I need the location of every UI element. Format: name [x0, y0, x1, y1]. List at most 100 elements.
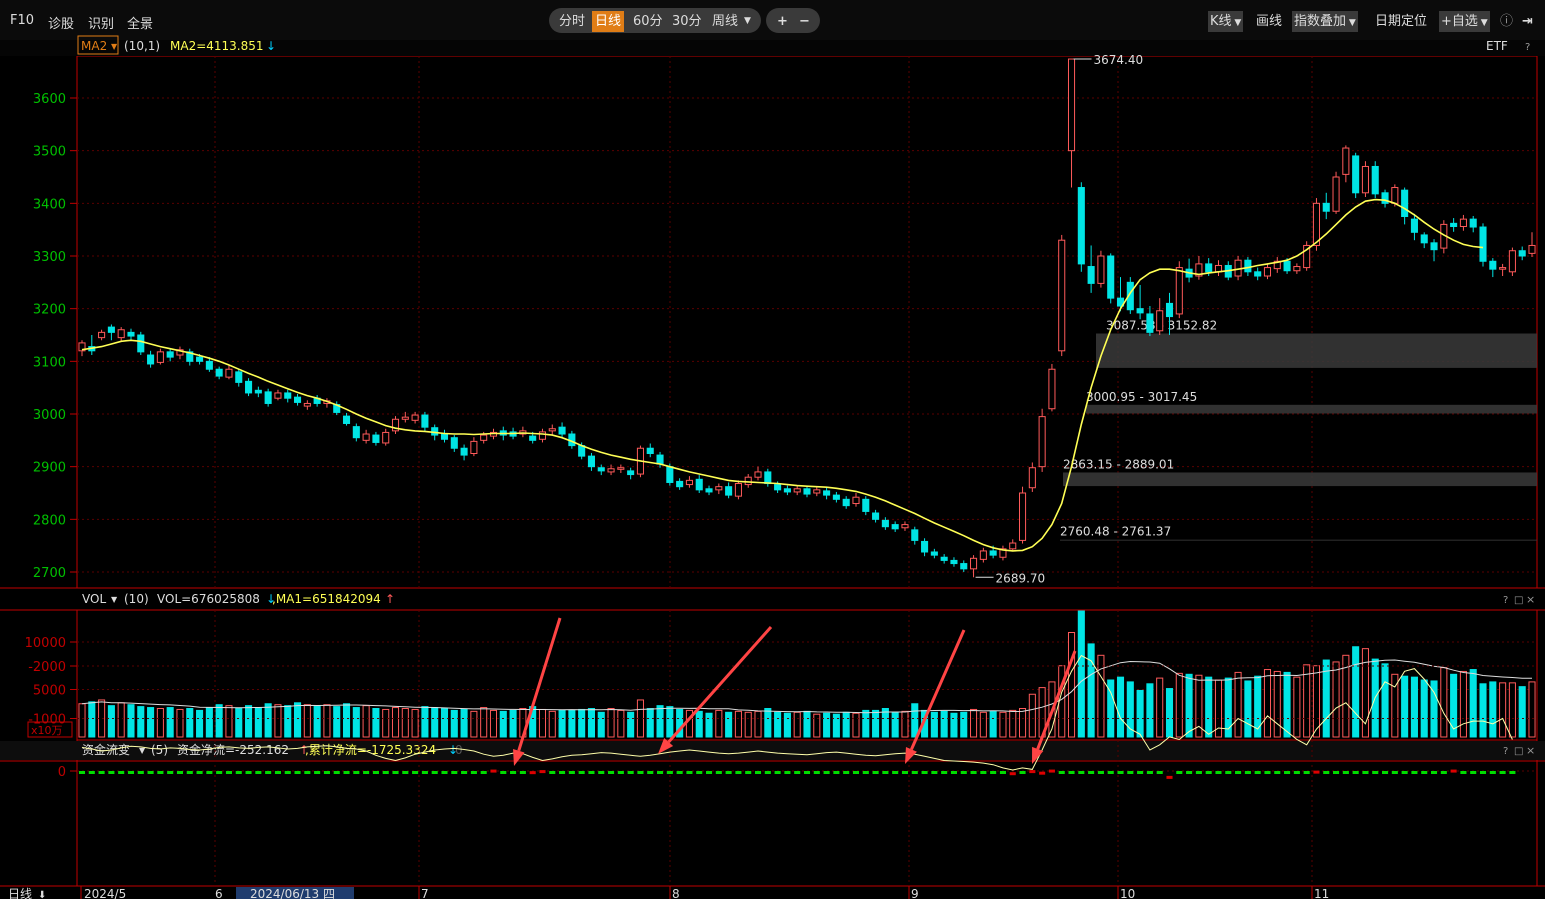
volume-bar — [774, 711, 782, 738]
flow-bar — [892, 771, 899, 774]
volume-bar — [1479, 683, 1487, 738]
flow-bar — [1264, 771, 1271, 774]
price-tick-label: 3400 — [33, 197, 66, 212]
flow-indicator-name[interactable]: 资金流变 — [82, 742, 130, 757]
flow-bar — [1401, 771, 1408, 774]
flow-bar — [1156, 771, 1163, 774]
volume-bar — [705, 712, 713, 738]
candle-body — [225, 368, 233, 378]
volume-bar — [1116, 676, 1125, 738]
candle-body — [1312, 202, 1320, 246]
flow-bar — [245, 771, 252, 774]
flow-bar — [1479, 771, 1487, 774]
flow-bar — [510, 771, 517, 774]
flow-bar — [519, 771, 526, 774]
candle-body — [911, 529, 919, 541]
candle-body — [1205, 263, 1213, 273]
candle-body — [852, 496, 860, 505]
flow-bar — [216, 771, 223, 774]
volume-bar — [1508, 682, 1516, 738]
volume-bar — [372, 708, 380, 738]
flow-bar — [284, 771, 291, 774]
candle-body — [1479, 226, 1487, 262]
flow-bar — [686, 771, 693, 774]
flow-close-icon[interactable]: × — [1526, 744, 1535, 757]
candle-body — [1528, 244, 1536, 254]
candle-body — [627, 470, 635, 476]
volume-bar — [607, 708, 615, 738]
candle-body — [656, 454, 664, 465]
candle-body — [127, 331, 135, 337]
flow-bar — [118, 771, 125, 774]
volume-bar — [1283, 671, 1291, 738]
volume-bar — [901, 710, 909, 738]
ma-line — [81, 198, 1484, 552]
flow-bar — [1137, 771, 1144, 774]
candle-body — [1244, 259, 1252, 273]
flow-bar — [598, 771, 605, 774]
chevron-down-icon[interactable]: ▼ — [111, 595, 118, 604]
candle-body — [137, 334, 145, 353]
flow-bar — [196, 771, 203, 774]
flow-bar — [1009, 772, 1016, 776]
volume-bar — [127, 704, 135, 738]
download-arrow-icon[interactable]: ⬇ — [38, 890, 46, 899]
candle-body — [264, 391, 272, 404]
flow-bar — [372, 771, 379, 774]
volume-bar — [1332, 661, 1340, 738]
flow-bar — [647, 771, 654, 774]
price-tick-label: 2800 — [33, 513, 66, 528]
flow-bar — [127, 771, 135, 774]
candle-body — [1263, 267, 1272, 277]
volume-bar — [215, 704, 223, 738]
flow-help-icon[interactable]: ? — [1503, 746, 1508, 757]
x-axis-period-label[interactable]: 日线 — [8, 887, 32, 899]
volume-bar — [1528, 681, 1536, 738]
volume-bar — [1459, 670, 1467, 738]
volume-bar — [930, 711, 938, 738]
ma2-indicator-name[interactable]: MA2 — [81, 39, 107, 53]
candle-body — [744, 476, 752, 486]
volume-bar — [793, 711, 801, 738]
vol-help-icon[interactable]: ? — [1503, 595, 1508, 606]
candle-body — [342, 415, 351, 424]
help-icon[interactable]: ? — [1525, 42, 1530, 53]
candle-body — [274, 392, 282, 399]
volume-bar — [323, 704, 331, 738]
flow-bar — [461, 771, 468, 774]
chevron-down-icon[interactable]: ▼ — [111, 42, 118, 51]
candle-body — [1283, 260, 1291, 272]
volume-bar — [911, 703, 919, 738]
volume-bar — [813, 713, 821, 738]
volume-bar — [245, 705, 253, 738]
flow-bar — [666, 771, 673, 774]
flow-maximize-icon[interactable]: □ — [1514, 746, 1523, 757]
flow-cum-value: ,累计净流=-1725.3324 — [305, 743, 436, 757]
volume-bar — [1352, 646, 1360, 738]
flow-bar — [794, 771, 801, 774]
volume-bar — [303, 704, 311, 738]
vol-value: VOL=676025808 — [157, 592, 260, 606]
flow-bar — [157, 771, 164, 774]
candle-body — [666, 466, 674, 483]
volume-bar — [1401, 675, 1409, 738]
candle-body — [382, 431, 390, 444]
flow-bar — [608, 771, 615, 774]
flow-bar — [235, 771, 242, 774]
price-tick-label: 3100 — [33, 355, 66, 370]
flow-bar — [88, 771, 95, 774]
candle-body — [862, 498, 870, 512]
vol-maximize-icon[interactable]: □ — [1514, 595, 1523, 606]
vol-close-icon[interactable]: × — [1526, 593, 1535, 606]
flow-bar — [1078, 771, 1085, 774]
candle-body — [774, 484, 782, 491]
vol-params: (10) — [124, 592, 149, 606]
flow-bar — [872, 771, 879, 774]
flow-bar — [1048, 769, 1055, 773]
candle-body — [793, 488, 801, 493]
vol-indicator-name[interactable]: VOL — [82, 592, 106, 606]
price-tick-label: 3000 — [33, 408, 66, 423]
flow-bar — [705, 771, 713, 774]
flow-bar — [999, 771, 1006, 774]
candle-body — [1067, 58, 1076, 152]
